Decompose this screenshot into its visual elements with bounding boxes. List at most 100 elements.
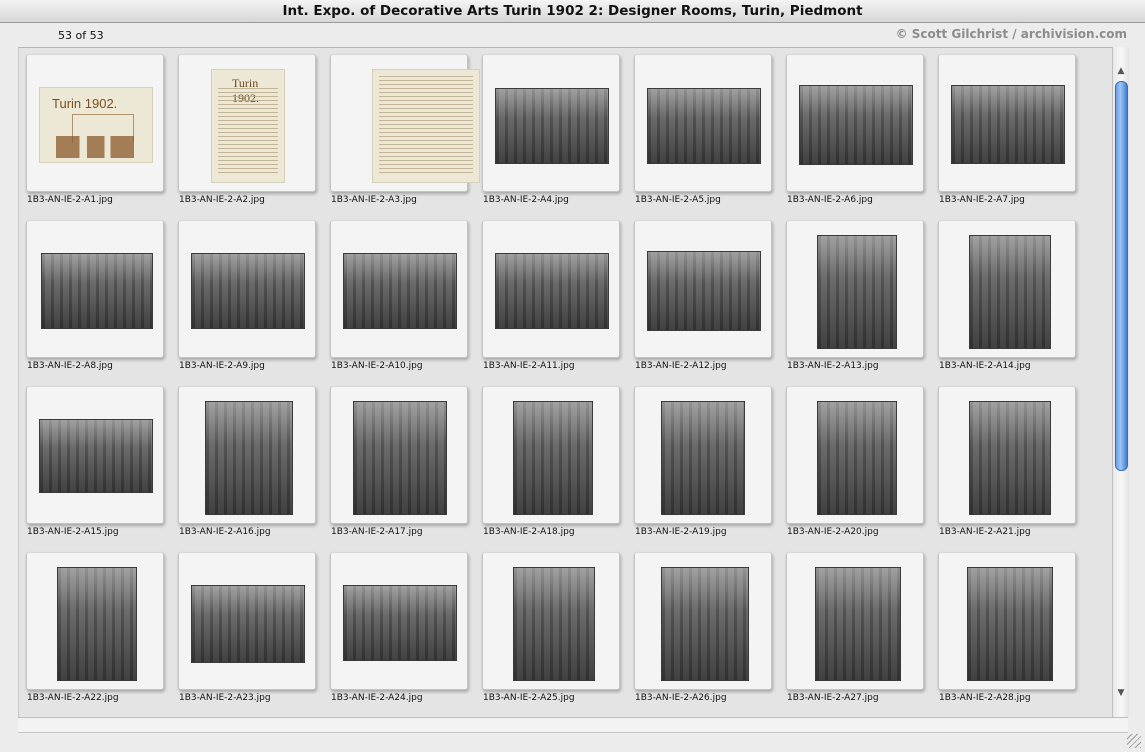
thumbnail-filename: 1B3-AN-IE-2-A18.jpg [483,527,575,537]
thumbnail-cell[interactable]: 1B3-AN-IE-2-A17.jpg [330,386,470,538]
thumbnail-image[interactable] [343,253,457,329]
thumbnail-frame[interactable] [938,220,1076,358]
thumbnail-image[interactable] [817,401,897,515]
thumbnail-image[interactable] [39,419,153,493]
thumbnail-frame[interactable] [634,54,772,192]
thumbnail-filename: 1B3-AN-IE-2-A13.jpg [787,361,879,371]
thumbnail-cell[interactable]: 1B3-AN-IE-2-A11.jpg [482,220,622,372]
thumbnail-cell[interactable]: 1B3-AN-IE-2-A18.jpg [482,386,622,538]
thumbnail-filename: 1B3-AN-IE-2-A28.jpg [939,693,1031,703]
thumbnail-image[interactable] [495,253,609,329]
thumbnail-cell[interactable]: 1B3-AN-IE-2-A7.jpg [938,54,1078,206]
thumbnail-image[interactable] [799,85,913,165]
thumbnail-image[interactable] [969,235,1051,349]
thumbnail-frame[interactable] [634,220,772,358]
thumbnail-image[interactable] [969,401,1051,515]
vertical-scrollbar[interactable]: ▲ ▼ [1112,47,1129,717]
thumbnail-frame[interactable] [482,54,620,192]
thumbnail-image[interactable] [661,401,745,515]
thumbnail-cell[interactable]: 1B3-AN-IE-2-A25.jpg [482,552,622,704]
thumbnail-cell[interactable]: 1B3-AN-IE-2-A9.jpg [178,220,318,372]
thumbnail-cell[interactable]: 1B3-AN-IE-2-A14.jpg [938,220,1078,372]
thumbnail-frame[interactable] [330,552,468,690]
thumbnail-cell[interactable]: 1B3-AN-IE-2-A19.jpg [634,386,774,538]
thumbnail-frame[interactable] [938,54,1076,192]
thumbnail-frame[interactable] [178,386,316,524]
thumbnail-filename: 1B3-AN-IE-2-A23.jpg [179,693,271,703]
thumbnail-frame[interactable] [26,552,164,690]
thumbnail-cell[interactable]: 1B3-AN-IE-2-A6.jpg [786,54,926,206]
thumbnail-image[interactable] [647,88,761,164]
thumbnail-cell[interactable]: 1B3-AN-IE-2-A8.jpg [26,220,166,372]
thumbnail-filename: 1B3-AN-IE-2-A20.jpg [787,527,879,537]
thumbnail-cell[interactable]: 1B3-AN-IE-2-A23.jpg [178,552,318,704]
thumbnail-cell[interactable]: 1B3-AN-IE-2-A13.jpg [786,220,926,372]
thumbnail-image[interactable] [205,401,293,515]
resize-grip-icon[interactable] [1127,734,1141,748]
thumbnail-frame[interactable] [786,552,924,690]
thumbnail-filename: 1B3-AN-IE-2-A4.jpg [483,195,569,205]
thumbnail-image[interactable] [815,567,901,681]
thumbnail-frame[interactable]: Turin 1902. [26,54,164,192]
thumbnail-frame[interactable] [786,220,924,358]
thumbnail-image[interactable] [353,401,447,515]
thumbnail-cell[interactable]: 1B3-AN-IE-2-A10.jpg [330,220,470,372]
thumbnail-image[interactable] [372,69,480,183]
thumbnail-image[interactable]: Turin 1902. [211,69,285,183]
thumbnail-frame[interactable] [330,386,468,524]
thumbnail-image[interactable] [191,585,305,663]
thumbnail-cell[interactable]: 1B3-AN-IE-2-A12.jpg [634,220,774,372]
thumbnail-image[interactable] [817,235,897,349]
thumbnail-image[interactable] [57,567,137,681]
thumbnail-cell[interactable]: 1B3-AN-IE-2-A20.jpg [786,386,926,538]
thumbnail-frame[interactable] [26,220,164,358]
thumbnail-frame[interactable] [330,220,468,358]
thumbnail-cell[interactable]: 1B3-AN-IE-2-A15.jpg [26,386,166,538]
scroll-thumb[interactable] [1115,81,1128,471]
thumbnail-frame[interactable] [786,54,924,192]
thumbnail-cell[interactable]: Turin 1902. 1B3-AN-IE-2-A2.jpg [178,54,318,206]
arrow-up-icon[interactable]: ▲ [1116,65,1126,77]
thumbnail-cell[interactable]: 1B3-AN-IE-2-A26.jpg [634,552,774,704]
thumbnail-image[interactable] [951,85,1065,164]
thumbnail-image[interactable] [647,251,761,331]
thumbnail-frame[interactable] [330,54,480,192]
page-text-lines [379,76,473,174]
thumbnail-frame[interactable] [26,386,164,524]
thumbnail-frame[interactable] [482,386,620,524]
thumbnail-image[interactable] [513,567,595,681]
thumbnail-frame[interactable] [938,552,1076,690]
thumbnail-image[interactable] [41,253,153,329]
thumbnail-image[interactable] [513,401,593,515]
thumbnail-frame[interactable] [938,386,1076,524]
thumbnail-frame[interactable] [178,552,316,690]
thumbnail-filename: 1B3-AN-IE-2-A27.jpg [787,693,879,703]
thumbnail-image[interactable] [967,567,1053,681]
thumbnail-frame[interactable] [634,386,772,524]
thumbnail-cell[interactable]: 1B3-AN-IE-2-A28.jpg [938,552,1078,704]
thumbnail-image[interactable] [191,253,305,329]
thumbnail-cell[interactable]: 1B3-AN-IE-2-A4.jpg [482,54,622,206]
thumbnail-cell[interactable]: 1B3-AN-IE-2-A16.jpg [178,386,318,538]
thumbnail-cell[interactable]: 1B3-AN-IE-2-A21.jpg [938,386,1078,538]
thumbnail-frame[interactable] [634,552,772,690]
thumbnail-cell[interactable]: Turin 1902. 1B3-AN-IE-2-A1.jpg [26,54,166,206]
thumbnail-frame[interactable]: Turin 1902. [178,54,316,192]
thumbnail-frame[interactable] [482,552,620,690]
thumbnail-filename: 1B3-AN-IE-2-A21.jpg [939,527,1031,537]
thumbnail-image[interactable] [343,585,457,661]
arrow-down-icon[interactable]: ▼ [1116,687,1126,699]
thumbnail-cell[interactable]: 1B3-AN-IE-2-A27.jpg [786,552,926,704]
thumbnail-cell[interactable]: 1B3-AN-IE-2-A3.jpg [330,54,480,206]
thumbnail-cell[interactable]: 1B3-AN-IE-2-A22.jpg [26,552,166,704]
thumbnail-cell[interactable]: 1B3-AN-IE-2-A24.jpg [330,552,470,704]
thumbnail-frame[interactable] [786,386,924,524]
thumbnail-filename: 1B3-AN-IE-2-A9.jpg [179,361,265,371]
thumbnail-image[interactable]: Turin 1902. [39,87,153,163]
image-count: 53 of 53 [58,29,104,42]
thumbnail-image[interactable] [661,567,749,681]
thumbnail-frame[interactable] [178,220,316,358]
thumbnail-frame[interactable] [482,220,620,358]
thumbnail-cell[interactable]: 1B3-AN-IE-2-A5.jpg [634,54,774,206]
thumbnail-image[interactable] [495,88,609,164]
